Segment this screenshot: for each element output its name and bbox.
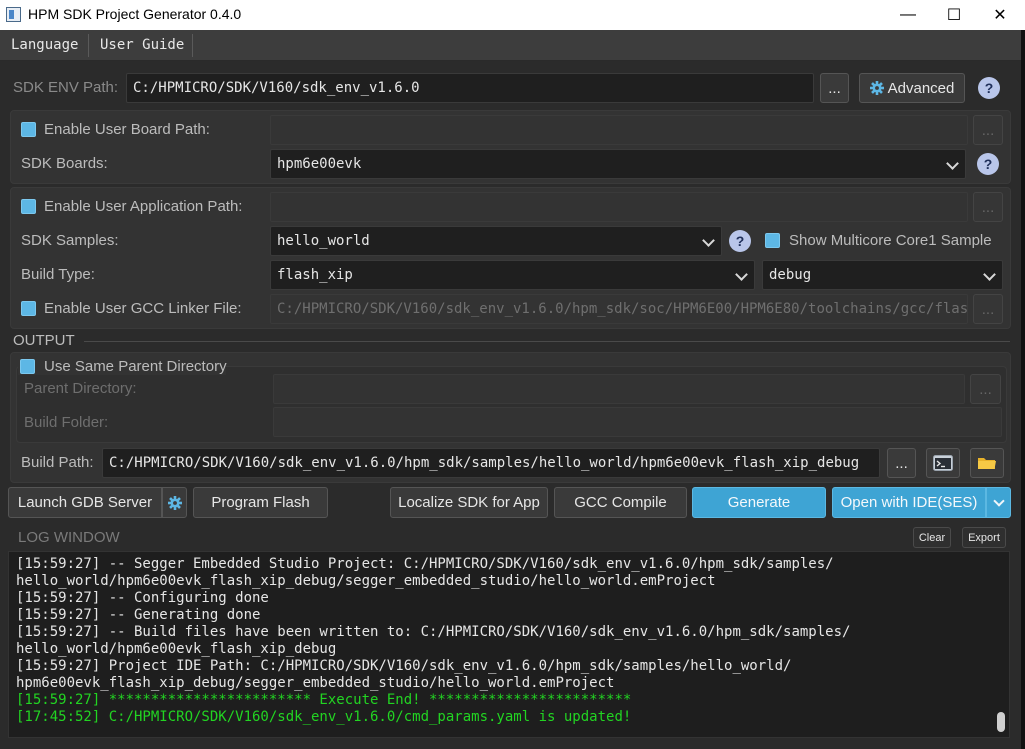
build-type-value: flash_xip — [277, 267, 353, 283]
enable-linker-checkbox[interactable] — [21, 301, 36, 316]
log-window[interactable]: [15:59:27] -- Segger Embedded Studio Pro… — [8, 551, 1010, 738]
log-scrollbar-thumb[interactable] — [997, 712, 1005, 732]
enable-user-board-label: Enable User Board Path: — [44, 121, 210, 138]
log-line: [15:59:27] -- Configuring done — [16, 590, 269, 606]
app-icon — [6, 7, 21, 22]
menu-language[interactable]: Language — [11, 30, 78, 61]
build-config-select[interactable]: debug — [762, 260, 1003, 290]
enable-user-app-checkbox[interactable] — [21, 199, 36, 214]
open-folder-button[interactable] — [970, 448, 1004, 478]
localize-sdk-button[interactable]: Localize SDK for App — [390, 487, 548, 518]
log-line: [15:59:27] ************************ Exec… — [16, 692, 632, 708]
user-app-browse-button[interactable]: ... — [973, 192, 1003, 222]
chevron-down-icon — [946, 157, 959, 170]
sdk-env-label: SDK ENV Path: — [13, 79, 119, 96]
chevron-down-icon — [992, 494, 1005, 507]
parent-directory-browse-button[interactable]: ... — [970, 374, 1001, 404]
sdk-samples-value: hello_world — [277, 233, 370, 249]
menu-separator — [192, 34, 193, 57]
log-line: [17:45:52] C:/HPMICRO/SDK/V160/sdk_env_v… — [16, 709, 632, 725]
user-board-browse-button[interactable]: ... — [973, 115, 1003, 145]
build-type-label: Build Type: — [21, 266, 95, 283]
parent-directory-input[interactable] — [273, 374, 965, 404]
multicore-checkbox[interactable] — [765, 233, 780, 248]
launch-gdb-server-button[interactable]: Launch GDB Server — [8, 487, 162, 518]
open-terminal-button[interactable] — [926, 448, 960, 478]
sdk-env-browse-button[interactable]: ... — [820, 73, 849, 103]
build-type-select[interactable]: flash_xip — [270, 260, 755, 290]
sdk-samples-label: SDK Samples: — [21, 232, 119, 249]
user-board-path-input[interactable] — [270, 115, 968, 145]
output-section-label: OUTPUT — [13, 332, 75, 349]
title-bar: HPM SDK Project Generator 0.4.0 — ☐ ✕ — [0, 0, 1025, 30]
log-line: hello_world/hpm6e00evk_flash_xip_debug/s… — [16, 573, 716, 589]
build-path-label: Build Path: — [21, 454, 94, 471]
same-parent-label: Use Same Parent Directory — [44, 358, 227, 375]
terminal-icon — [933, 455, 953, 471]
log-line: [15:59:27] -- Generating done — [16, 607, 261, 623]
log-window-title: LOG WINDOW — [18, 529, 120, 546]
enable-linker-label: Enable User GCC Linker File: — [44, 300, 242, 317]
chevron-down-icon — [735, 268, 748, 281]
build-path-browse-button[interactable]: ... — [887, 448, 916, 478]
output-divider — [84, 341, 1010, 342]
maximize-button[interactable]: ☐ — [931, 0, 977, 30]
menu-bar: Language User Guide — [0, 30, 1025, 61]
linker-browse-button[interactable]: ... — [973, 294, 1003, 324]
user-app-path-input[interactable] — [270, 192, 968, 222]
ide-dropdown-button[interactable] — [986, 487, 1011, 518]
parent-directory-label: Parent Directory: — [24, 380, 137, 397]
window-title: HPM SDK Project Generator 0.4.0 — [28, 6, 242, 22]
multicore-label: Show Multicore Core1 Sample — [789, 232, 992, 249]
build-path-input[interactable]: C:/HPMICRO/SDK/V160/sdk_env_v1.6.0/hpm_s… — [102, 448, 880, 478]
build-config-value: debug — [769, 267, 812, 283]
menu-separator — [88, 34, 89, 57]
sdk-boards-value: hpm6e00evk — [277, 156, 362, 172]
log-line: [15:59:27] -- Build files have been writ… — [16, 624, 851, 640]
menu-user-guide[interactable]: User Guide — [100, 30, 184, 61]
log-export-button[interactable]: Export — [962, 527, 1006, 548]
close-button[interactable]: ✕ — [977, 0, 1023, 30]
window-edge — [1021, 30, 1025, 749]
sdk-env-help-icon[interactable]: ? — [978, 77, 1000, 99]
sdk-env-path-input[interactable]: C:/HPMICRO/SDK/V160/sdk_env_v1.6.0 — [126, 73, 814, 103]
enable-user-board-checkbox[interactable] — [21, 122, 36, 137]
enable-user-app-label: Enable User Application Path: — [44, 198, 243, 215]
advanced-label: Advanced — [887, 79, 955, 97]
sdk-boards-help-icon[interactable]: ? — [977, 153, 999, 175]
minimize-button[interactable]: — — [885, 0, 931, 30]
folder-icon — [978, 458, 996, 469]
gdb-settings-button[interactable] — [162, 487, 187, 518]
log-line: hello_world/hpm6e00evk_flash_xip_debug — [16, 641, 337, 657]
log-line: hpm6e00evk_flash_xip_debug/segger_embedd… — [16, 675, 615, 691]
generate-button[interactable]: Generate — [692, 487, 826, 518]
chevron-down-icon — [702, 234, 715, 247]
sdk-boards-label: SDK Boards: — [21, 155, 108, 172]
same-parent-checkbox[interactable] — [20, 359, 35, 374]
gear-icon — [167, 495, 182, 510]
build-folder-input[interactable] — [273, 407, 1002, 437]
program-flash-button[interactable]: Program Flash — [193, 487, 328, 518]
gear-icon — [869, 81, 884, 95]
chevron-down-icon — [983, 268, 996, 281]
build-folder-label: Build Folder: — [24, 414, 109, 431]
log-clear-button[interactable]: Clear — [913, 527, 951, 548]
gcc-compile-button[interactable]: GCC Compile — [554, 487, 687, 518]
sdk-boards-select[interactable]: hpm6e00evk — [270, 149, 966, 179]
sdk-samples-help-icon[interactable]: ? — [729, 230, 751, 252]
linker-file-input[interactable]: C:/HPMICRO/SDK/V160/sdk_env_v1.6.0/hpm_s… — [270, 294, 968, 324]
open-with-ide-button[interactable]: Open with IDE(SES) — [832, 487, 986, 518]
advanced-button[interactable]: Advanced — [859, 73, 965, 103]
log-line: [15:59:27] -- Segger Embedded Studio Pro… — [16, 556, 834, 572]
sdk-samples-select[interactable]: hello_world — [270, 226, 722, 256]
log-line: [15:59:27] Project IDE Path: C:/HPMICRO/… — [16, 658, 792, 674]
